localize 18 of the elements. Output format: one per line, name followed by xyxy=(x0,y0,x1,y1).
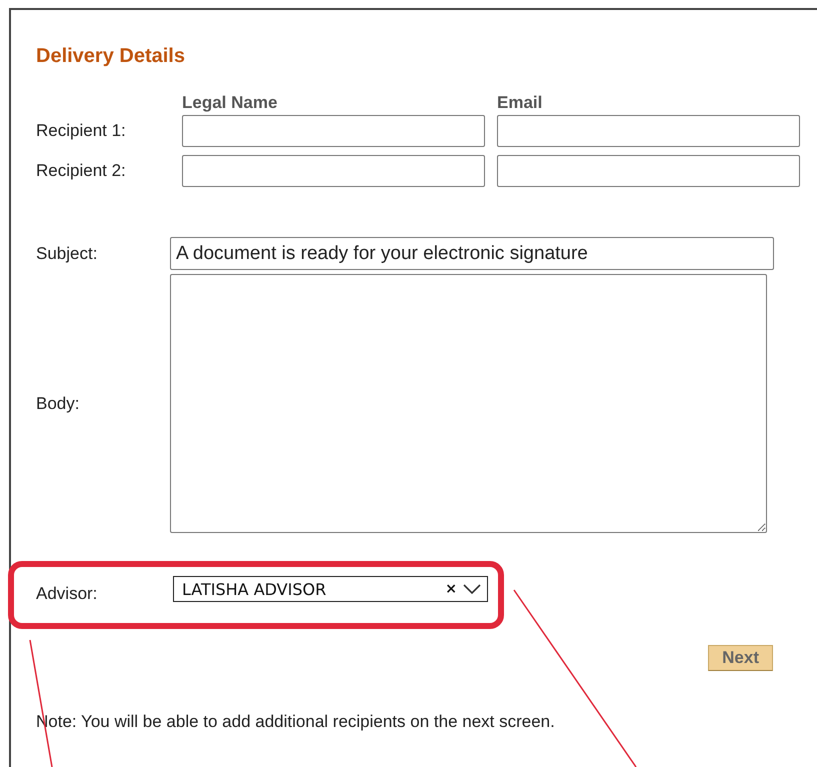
email-field[interactable] xyxy=(497,155,800,187)
field-label: Body: xyxy=(36,394,80,414)
body-field[interactable] xyxy=(170,274,767,533)
name-field[interactable] xyxy=(182,115,485,147)
email-field[interactable] xyxy=(497,115,800,147)
section-title: Delivery Details xyxy=(36,45,186,69)
field-label: Recipient 1: xyxy=(36,121,127,141)
field-label: Subject: xyxy=(36,244,98,264)
field-label: Advisor: xyxy=(36,584,98,604)
chevron-icon xyxy=(463,584,481,594)
name-field[interactable] xyxy=(182,155,485,187)
field-label: Recipient 2: xyxy=(36,161,127,181)
column-header: Email xyxy=(497,93,544,113)
next-button[interactable]: Next xyxy=(708,645,773,671)
clear-button[interactable]: × xyxy=(445,581,457,597)
advisor-dropdown[interactable]: LATISHA ADVISOR × xyxy=(173,576,488,602)
subject-field[interactable]: A document is ready for your electronic signature xyxy=(170,237,774,270)
column-header: Legal Name xyxy=(182,93,278,113)
